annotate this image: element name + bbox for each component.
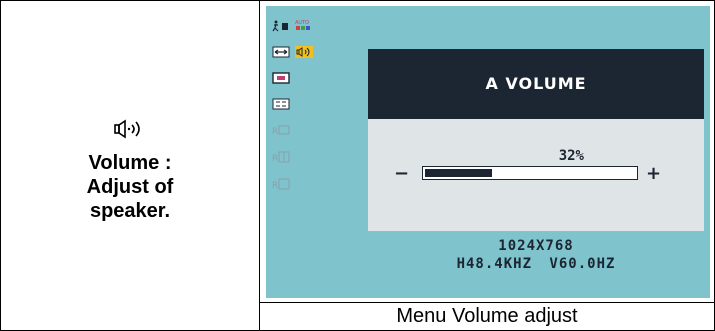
volume-percent: 32% xyxy=(558,148,584,164)
description-line-3: speaker. xyxy=(89,200,171,222)
person-tv-icon[interactable] xyxy=(272,20,290,32)
description-cell: Volume : Adjust of speaker. xyxy=(1,1,259,330)
speaker-volume-icon xyxy=(114,119,140,139)
svg-text:R: R xyxy=(272,181,278,190)
speaker-volume-icon[interactable] xyxy=(295,46,313,58)
frequency-readout: H48.4KHZ V60.0HZ xyxy=(456,256,616,272)
figure-caption: Menu Volume adjust xyxy=(396,305,578,327)
volume-slider-fill xyxy=(425,169,492,177)
size-icon[interactable] xyxy=(272,98,290,110)
column-divider xyxy=(259,0,260,331)
volume-increase-button[interactable]: + xyxy=(646,163,661,184)
auto-color-icon[interactable]: AUTO xyxy=(294,19,312,31)
osd-screen: AUTO R R R A VOLUME 32% − + 1024X768 H48… xyxy=(266,6,710,298)
description-line-2: Adjust of xyxy=(86,176,174,198)
volume-slider[interactable] xyxy=(422,166,638,180)
osd-header: A VOLUME xyxy=(368,49,704,119)
reset-icon-3[interactable]: R xyxy=(272,178,290,190)
screen-icon[interactable] xyxy=(272,72,290,84)
svg-text:R: R xyxy=(272,127,278,136)
input-arrows-icon[interactable] xyxy=(272,46,290,58)
reset-icon-1[interactable]: R xyxy=(272,124,290,136)
description-line-1: Volume : xyxy=(88,152,172,174)
osd-title: A VOLUME xyxy=(485,74,587,93)
resolution-readout: 1024X768 xyxy=(498,238,574,254)
svg-text:R: R xyxy=(272,154,278,163)
reset-icon-2[interactable]: R xyxy=(272,151,290,163)
svg-text:AUTO: AUTO xyxy=(295,20,309,26)
volume-decrease-button[interactable]: − xyxy=(394,163,409,184)
description-text: Volume : Adjust of speaker. xyxy=(1,151,259,223)
